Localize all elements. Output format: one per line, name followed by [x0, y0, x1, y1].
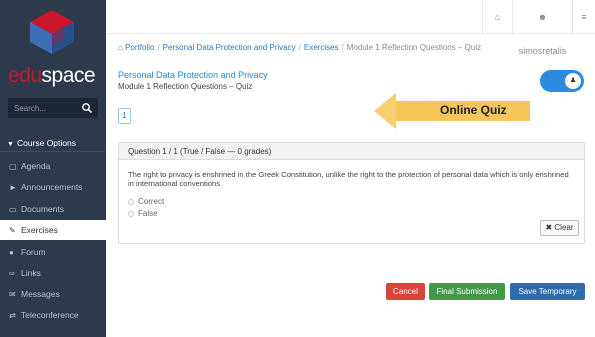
option-correct[interactable]: Correct	[128, 197, 164, 206]
course-options-label: Course Options	[16, 138, 76, 148]
question-header: Question 1 / 1 (True / False — 0 grades)	[119, 143, 584, 160]
megaphone-icon: ►	[9, 183, 17, 192]
final-submission-button[interactable]: Final Submission	[429, 283, 505, 300]
sidebar-item-label: Documents	[21, 204, 64, 214]
sidebar-item-label: Exercises	[21, 225, 58, 235]
sidebar-item-label: Links	[21, 268, 41, 278]
sidebar-item-label: Agenda	[21, 161, 51, 171]
link-icon: ∞	[9, 269, 15, 278]
close-icon: ✖	[545, 223, 553, 232]
option-label: Correct	[138, 197, 165, 206]
brand-part-edu: edu	[8, 64, 42, 87]
sidebar: eduspace ▼Course Options ▢ Agenda ► Announ…	[0, 0, 106, 337]
online-quiz-callout: Online Quiz	[374, 92, 530, 130]
breadcrumb-exercises[interactable]: Exercises	[304, 43, 339, 52]
breadcrumb-separator: /	[157, 43, 160, 52]
course-title[interactable]: Personal Data Protection and Privacy	[118, 70, 268, 80]
sidebar-item-teleconference[interactable]: ⇄ Teleconference	[0, 305, 106, 325]
sliders-icon: ≡	[581, 12, 587, 22]
breadcrumb: ⌂ Portfolio / Personal Data Protection and…	[118, 43, 481, 52]
envelope-icon: ✉	[9, 290, 16, 299]
home-icon: ⌂	[118, 43, 123, 52]
sidebar-item-announcements[interactable]: ► Announcements	[0, 177, 106, 197]
edit-icon: ✎	[9, 226, 16, 235]
radio-button[interactable]	[128, 210, 134, 217]
breadcrumb-label: Portfolio	[125, 43, 155, 52]
clear-label: Clear	[554, 223, 574, 232]
sidebar-item-links[interactable]: ∞ Links	[0, 263, 106, 283]
question-text: The right to privacy is enshrined in the…	[128, 170, 569, 188]
logo-area: eduspace	[0, 0, 106, 96]
settings-menu-button[interactable]: ≡	[572, 0, 595, 34]
users-icon: ♟	[565, 73, 581, 89]
sidebar-item-forum[interactable]: ● Forum	[0, 242, 106, 262]
folder-icon: ▭	[9, 205, 17, 214]
chevron-down-icon: ▼	[7, 141, 14, 148]
quiz-title: Module 1 Reflection Questions – Quiz	[118, 82, 253, 91]
sidebar-item-label: Teleconference	[21, 310, 79, 320]
sidebar-item-agenda[interactable]: ▢ Agenda	[0, 156, 106, 176]
home-button[interactable]: ⌂	[482, 0, 512, 34]
save-temporary-button[interactable]: Save Temporary	[510, 283, 585, 300]
sidebar-item-documents[interactable]: ▭ Documents	[0, 199, 106, 219]
page-number-button[interactable]: 1	[118, 108, 131, 124]
comments-icon: ●	[9, 248, 14, 257]
sidebar-item-label: Messages	[21, 289, 60, 299]
sidebar-search	[8, 98, 98, 118]
callout-label: Online Quiz	[440, 103, 507, 117]
sidebar-item-label: Announcements	[21, 182, 83, 192]
cancel-button[interactable]: Cancel	[386, 283, 425, 300]
sidebar-item-messages[interactable]: ✉ Messages	[0, 284, 106, 304]
breadcrumb-portfolio[interactable]: ⌂ Portfolio	[118, 43, 154, 52]
clear-answer-button[interactable]: ✖ Clear	[540, 220, 579, 236]
brand-part-space: space	[41, 64, 96, 87]
view-toggle-switch[interactable]: ♟	[540, 70, 584, 92]
username: simosretalis	[518, 46, 567, 56]
option-label: False	[138, 209, 158, 218]
question-panel: Question 1 / 1 (True / False — 0 grades)…	[118, 142, 585, 244]
search-input[interactable]	[14, 102, 78, 114]
user-menu-button[interactable]: ☻ simosretalis	[512, 0, 572, 56]
breadcrumb-separator: /	[298, 43, 301, 52]
breadcrumb-course[interactable]: Personal Data Protection and Privacy	[163, 43, 296, 52]
top-bar: ⌂ ☻ simosretalis ≡	[106, 0, 595, 56]
option-false[interactable]: False	[128, 209, 158, 218]
eduspace-logo-icon	[30, 10, 74, 54]
brand-wordmark[interactable]: eduspace	[8, 64, 100, 88]
course-options-toggle[interactable]: ▼ Course Options	[0, 136, 106, 152]
home-icon: ⌂	[494, 12, 501, 22]
search-icon[interactable]	[81, 102, 93, 114]
exchange-icon: ⇄	[9, 311, 16, 320]
sidebar-item-label: Forum	[21, 247, 46, 257]
user-icon: ☻	[537, 12, 548, 22]
breadcrumb-current: Module 1 Reflection Questions – Quiz	[346, 43, 482, 52]
breadcrumb-separator: /	[341, 43, 344, 52]
sidebar-item-exercises[interactable]: ✎ Exercises	[0, 220, 106, 240]
calendar-icon: ▢	[9, 162, 17, 171]
radio-button[interactable]	[128, 198, 134, 205]
